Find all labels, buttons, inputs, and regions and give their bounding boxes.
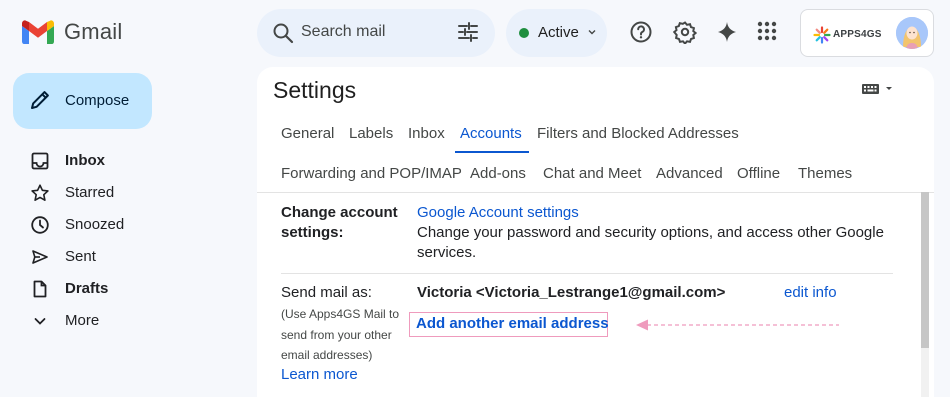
send-mail-as-note: (Use Apps4GS Mail to: [281, 307, 400, 321]
tab-inbox[interactable]: Inbox: [408, 125, 445, 142]
apps-grid-icon[interactable]: [756, 20, 778, 42]
change-account-description-2: services.: [417, 244, 477, 261]
sidebar-item-label: Inbox: [65, 152, 105, 169]
chevron-down-icon: [588, 30, 596, 35]
help-icon[interactable]: [629, 20, 653, 44]
add-email-highlight: Add another email address: [409, 312, 609, 337]
gemini-sparkle-icon[interactable]: [715, 20, 739, 44]
send-mail-as-label: Send mail as:: [281, 284, 372, 301]
tab-chat-and-meet[interactable]: Chat and Meet: [543, 165, 641, 182]
brand-name: APPS4GS: [833, 29, 882, 40]
search-bar[interactable]: Search mail: [257, 9, 495, 57]
app-name: Gmail: [64, 19, 123, 44]
settings-panel: Settings General Labels Inbox Accounts F…: [257, 67, 934, 397]
sidebar-item-label: Starred: [65, 184, 115, 201]
gmail-logo[interactable]: Gmail: [22, 19, 122, 45]
status-dot: [519, 28, 529, 38]
search-options-icon[interactable]: [457, 21, 479, 43]
learn-more-link[interactable]: Learn more: [281, 365, 358, 385]
sidebar-item-snoozed[interactable]: Snoozed: [0, 209, 250, 241]
active-tab-indicator: [455, 151, 529, 153]
add-another-email-link[interactable]: Add another email address: [416, 315, 609, 332]
sidebar-item-more[interactable]: More: [0, 305, 250, 337]
account-switcher[interactable]: APPS4GS: [800, 9, 934, 57]
tab-filters[interactable]: Filters and Blocked Addresses: [537, 125, 739, 142]
sidebar-item-drafts[interactable]: Drafts: [0, 273, 250, 305]
tab-accounts[interactable]: Accounts: [460, 125, 522, 142]
draft-icon: [33, 280, 47, 298]
compose-label: Compose: [65, 92, 130, 109]
divider: [281, 273, 893, 274]
divider: [257, 192, 934, 193]
page-title: Settings: [273, 77, 357, 103]
tab-themes[interactable]: Themes: [798, 165, 852, 182]
sidebar-item-label: Snoozed: [65, 216, 125, 233]
sidebar-item-sent[interactable]: Sent: [0, 241, 250, 273]
status-label: Active: [538, 24, 579, 41]
sidebar-item-label: Sent: [65, 248, 96, 265]
edit-info-link[interactable]: edit info: [784, 283, 837, 303]
gmail-m-icon: [22, 20, 54, 44]
apps4gs-logo-icon: [813, 26, 831, 44]
send-mail-as-note-3: email addresses): [281, 348, 373, 362]
send-mail-as-note-2: send from your other: [281, 328, 392, 342]
clock-icon: [31, 216, 49, 234]
google-account-settings-link[interactable]: Google Account settings: [417, 203, 579, 223]
chevron-down-icon: [34, 318, 46, 325]
input-tools-keyboard-icon[interactable]: [861, 82, 893, 96]
send-icon: [32, 250, 48, 264]
tab-advanced[interactable]: Advanced: [656, 165, 723, 182]
sidebar-item-starred[interactable]: Starred: [0, 177, 250, 209]
change-account-description: Change your password and security option…: [417, 224, 884, 241]
tab-general[interactable]: General: [281, 125, 334, 142]
sidebar-item-label: Drafts: [65, 280, 109, 297]
search-icon[interactable]: [271, 21, 295, 45]
star-icon: [31, 184, 49, 201]
status-selector[interactable]: Active: [506, 9, 607, 57]
annotation-arrow-icon: [636, 319, 839, 331]
send-as-address: Victoria <Victoria_Lestrange1@gmail.com>: [417, 284, 726, 301]
tab-forwarding[interactable]: Forwarding and POP/IMAP: [281, 165, 462, 182]
tab-add-ons[interactable]: Add-ons: [470, 165, 526, 182]
settings-gear-icon[interactable]: [673, 20, 697, 44]
avatar[interactable]: [896, 17, 928, 49]
scrollbar-thumb[interactable]: [921, 192, 929, 348]
sidebar-item-inbox[interactable]: Inbox: [0, 145, 250, 177]
sidebar-item-label: More: [65, 312, 100, 329]
compose-button[interactable]: Compose: [13, 73, 152, 129]
inbox-icon: [31, 152, 49, 170]
change-account-label: Change account: [281, 204, 398, 221]
pencil-icon: [31, 91, 49, 109]
tab-offline[interactable]: Offline: [737, 165, 780, 182]
change-account-label-2: settings:: [281, 224, 344, 241]
search-input[interactable]: Search mail: [301, 23, 385, 41]
tab-labels[interactable]: Labels: [349, 125, 393, 142]
